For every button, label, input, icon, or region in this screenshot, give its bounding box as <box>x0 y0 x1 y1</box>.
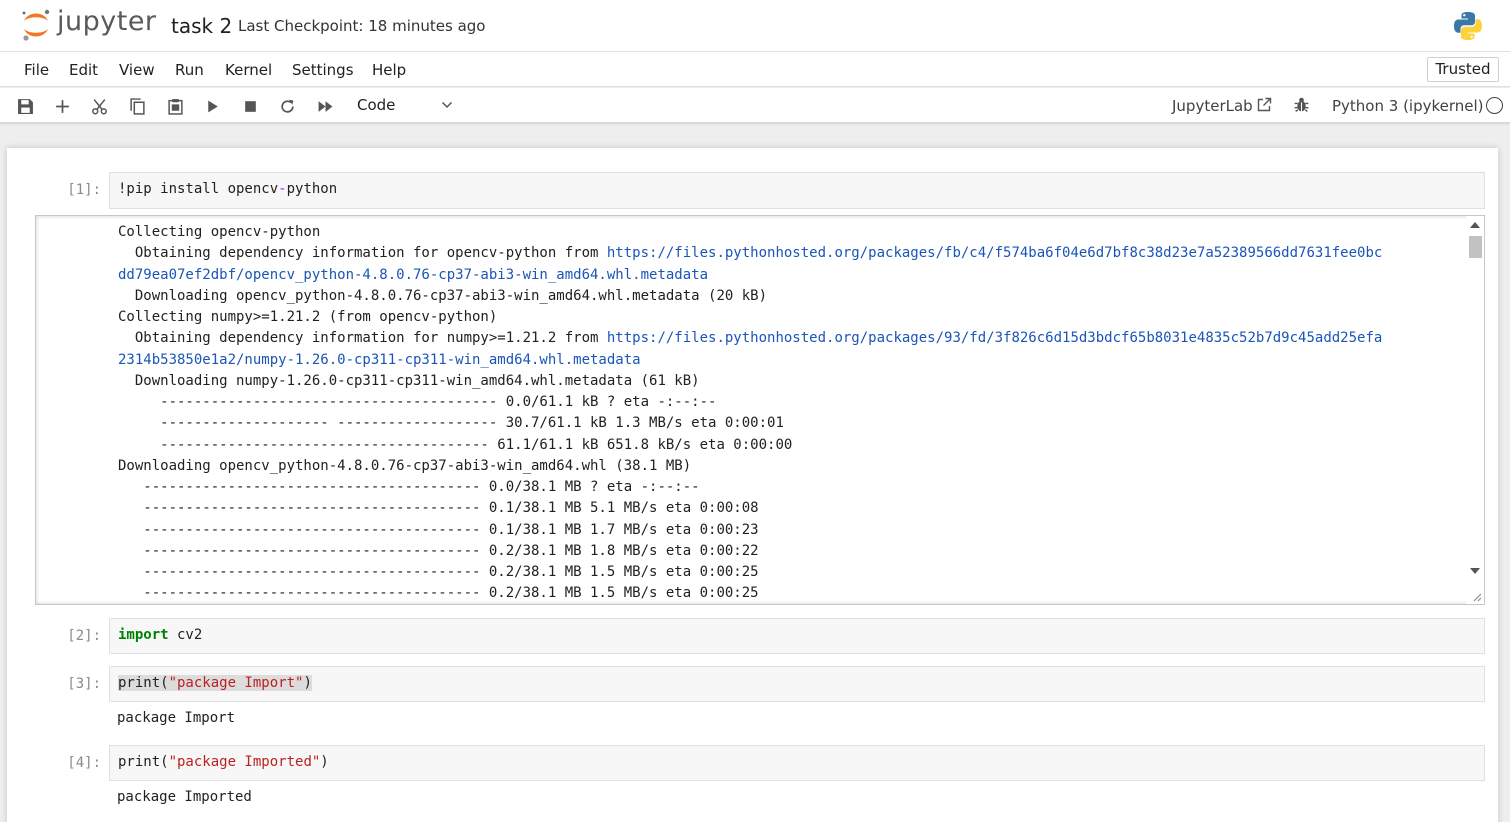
debugger-bug-icon[interactable] <box>1293 96 1310 113</box>
trusted-indicator[interactable]: Trusted <box>1427 57 1499 82</box>
output-text: Downloading opencv_python-4.8.0.76-cp37-… <box>118 457 692 474</box>
output-text: --------------------------------------- … <box>118 436 793 453</box>
jupyterlab-link[interactable]: JupyterLab <box>1172 97 1253 115</box>
copy-icon[interactable] <box>126 95 148 117</box>
cell-2-code: import cv2 <box>118 627 203 643</box>
cell-3-output: package Import <box>117 710 236 726</box>
jupyter-wordmark: jupyter <box>57 6 157 37</box>
menu-run[interactable]: Run <box>175 61 204 79</box>
output-text: -------------------- -------------------… <box>118 415 784 432</box>
cell-3-code: print("package Import") <box>118 675 312 691</box>
cell-1-code: !pip install opencv-python <box>118 181 338 197</box>
output-line: Downloading opencv_python-4.8.0.76-cp37-… <box>118 286 1458 307</box>
scroll-down-arrow-icon[interactable] <box>1470 568 1480 574</box>
menu-edit[interactable]: Edit <box>69 61 98 79</box>
output-link[interactable]: 2314b53850e1a2/numpy-1.26.0-cp311-cp311-… <box>118 352 641 368</box>
output-line: ----------------------------------------… <box>118 541 1458 562</box>
cell-1-output-text: Collecting opencv-python Obtaining depen… <box>118 222 1458 604</box>
paste-icon[interactable] <box>164 95 186 117</box>
output-line: ----------------------------------------… <box>118 520 1458 541</box>
scroll-thumb[interactable] <box>1469 236 1482 258</box>
menu-settings[interactable]: Settings <box>292 61 354 79</box>
python-logo-icon <box>1454 12 1482 40</box>
output-text: Obtaining dependency information for ope… <box>118 245 607 262</box>
save-icon[interactable] <box>14 95 36 117</box>
notebook-title[interactable]: task 2 <box>171 14 232 38</box>
output-text: Obtaining dependency information for num… <box>118 330 607 347</box>
output-line: ----------------------------------------… <box>118 583 1458 604</box>
output-text: ----------------------------------------… <box>118 585 759 602</box>
cell-3-prompt: [3]: <box>67 676 101 692</box>
output-link[interactable]: https://files.pythonhosted.org/packages/… <box>607 330 1382 346</box>
output-line: ----------------------------------------… <box>118 392 1458 413</box>
output-line: Obtaining dependency information for num… <box>118 328 1458 349</box>
cell-2-prompt: [2]: <box>67 628 101 644</box>
kernel-name[interactable]: Python 3 (ipykernel) <box>1332 97 1484 115</box>
output-text: Collecting numpy>=1.21.2 (from opencv-py… <box>118 309 498 325</box>
notebook-panel: [1]: !pip install opencv-python Collecti… <box>7 148 1498 822</box>
output-text: ----------------------------------------… <box>118 394 717 410</box>
checkpoint-status: Last Checkpoint: 18 minutes ago <box>238 17 486 35</box>
output-text: ----------------------------------------… <box>118 500 759 517</box>
jupyter-logo-icon[interactable] <box>20 8 52 42</box>
cell-4-output: package Imported <box>117 789 252 805</box>
output-text: ----------------------------------------… <box>118 479 700 495</box>
cell-4-code: print("package Imported") <box>118 754 329 770</box>
scroll-up-arrow-icon[interactable] <box>1470 222 1480 228</box>
add-icon[interactable] <box>51 95 73 117</box>
output-line: ----------------------------------------… <box>118 562 1458 583</box>
output-line: ----------------------------------------… <box>118 477 1458 498</box>
external-link-icon[interactable] <box>1256 97 1272 113</box>
output-line: Obtaining dependency information for ope… <box>118 243 1458 264</box>
kernel-status-icon <box>1486 97 1503 114</box>
output-link[interactable]: https://files.pythonhosted.org/packages/… <box>607 245 1382 261</box>
output-line: Collecting numpy>=1.21.2 (from opencv-py… <box>118 307 1458 328</box>
output-line: dd79ea07ef2dbf/opencv_python-4.8.0.76-cp… <box>118 265 1458 286</box>
output-link[interactable]: dd79ea07ef2dbf/opencv_python-4.8.0.76-cp… <box>118 267 708 283</box>
menu-bar: File Edit View Run Kernel Settings Help … <box>0 52 1510 87</box>
output-line: Downloading numpy-1.26.0-cp311-cp311-win… <box>118 371 1458 392</box>
cell-type-value: Code <box>357 96 396 114</box>
menu-kernel[interactable]: Kernel <box>225 61 272 79</box>
cell-1-input[interactable]: !pip install opencv-python <box>109 172 1485 209</box>
cell-1-output[interactable]: Collecting opencv-python Obtaining depen… <box>35 215 1485 605</box>
output-text: Downloading opencv_python-4.8.0.76-cp37-… <box>118 287 768 304</box>
output-text: Downloading numpy-1.26.0-cp311-cp311-win… <box>118 372 700 389</box>
menu-file[interactable]: File <box>24 61 49 79</box>
chevron-down-icon <box>441 101 453 109</box>
menu-help[interactable]: Help <box>372 61 406 79</box>
cell-4-input[interactable]: print("package Imported") <box>109 745 1485 781</box>
output-scrollbar[interactable] <box>1466 216 1484 604</box>
output-line: --------------------------------------- … <box>118 435 1458 456</box>
output-line: -------------------- -------------------… <box>118 413 1458 434</box>
cell-3-input[interactable]: print("package Import") <box>109 666 1485 702</box>
output-line: 2314b53850e1a2/numpy-1.26.0-cp311-cp311-… <box>118 350 1458 371</box>
resize-grip-icon[interactable] <box>1472 592 1482 602</box>
cell-type-select[interactable]: Code <box>349 93 459 117</box>
cell-2-input[interactable]: import cv2 <box>109 618 1485 654</box>
top-header: jupyter task 2 Last Checkpoint: 18 minut… <box>0 0 1510 52</box>
output-text: ----------------------------------------… <box>118 564 759 580</box>
output-line: Collecting opencv-python <box>118 222 1458 243</box>
menu-view[interactable]: View <box>119 61 155 79</box>
output-text: Collecting opencv-python <box>118 224 321 240</box>
cut-icon[interactable] <box>88 95 110 117</box>
output-line: ----------------------------------------… <box>118 498 1458 519</box>
output-text: ----------------------------------------… <box>118 521 759 538</box>
cell-4-prompt: [4]: <box>67 755 101 771</box>
output-line: Downloading opencv_python-4.8.0.76-cp37-… <box>118 456 1458 477</box>
cell-1-prompt: [1]: <box>67 182 101 198</box>
fast-forward-icon[interactable] <box>314 95 336 117</box>
stop-icon[interactable] <box>239 95 261 117</box>
restart-icon[interactable] <box>276 95 298 117</box>
notebook-toolbar: Code JupyterLab Python 3 (ipykernel) <box>0 88 1510 123</box>
run-icon[interactable] <box>201 95 223 117</box>
output-text: ----------------------------------------… <box>118 542 759 559</box>
